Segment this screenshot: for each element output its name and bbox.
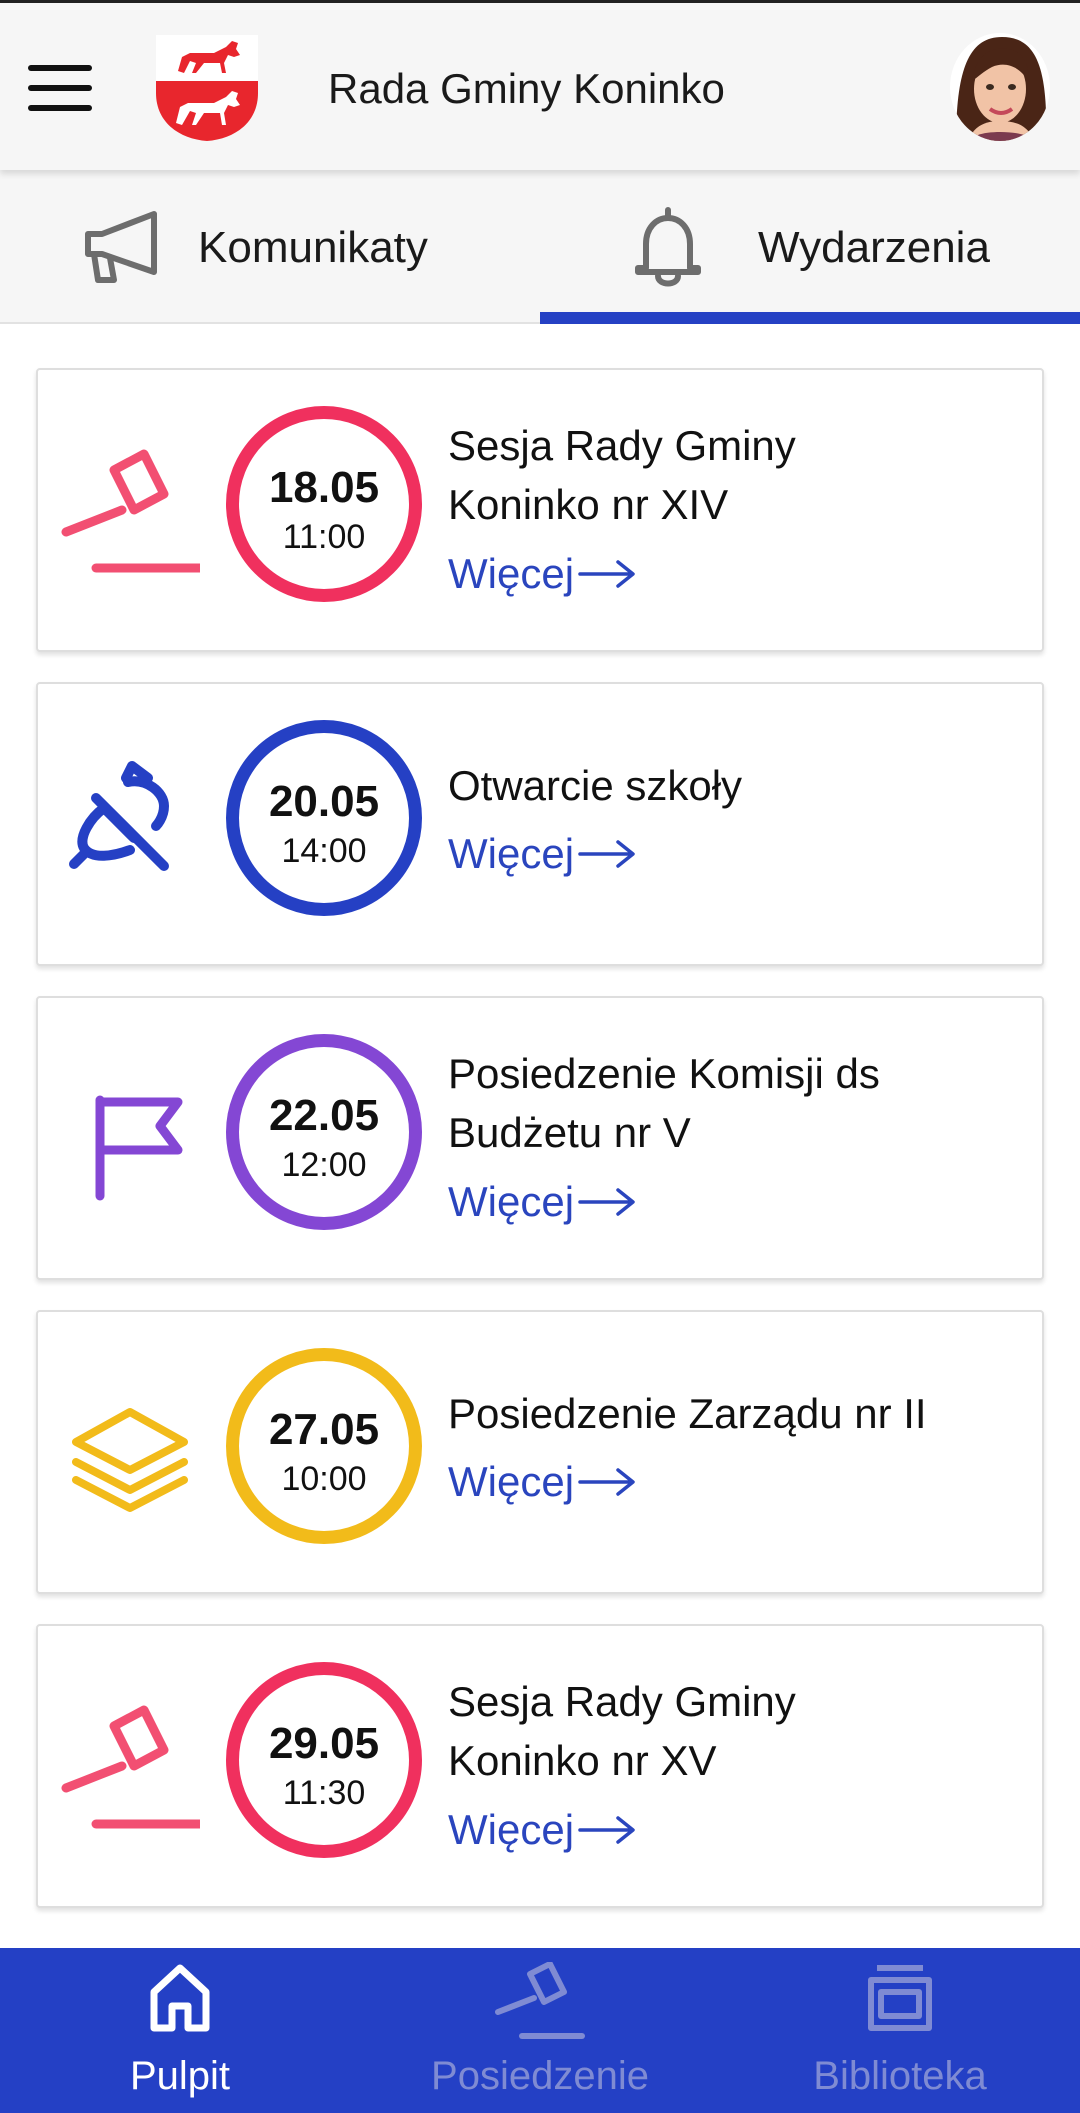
active-tab-indicator <box>540 312 1080 324</box>
nav-biblioteka[interactable]: Biblioteka <box>720 1948 1080 2113</box>
layers-icon <box>72 1408 188 1512</box>
nav-biblioteka-label: Biblioteka <box>813 2054 987 2098</box>
date-ring: 29.05 11:30 <box>226 1662 422 1858</box>
event-card[interactable]: 20.05 14:00 Otwarcie szkoły Więcej <box>36 682 1044 966</box>
event-title: Posiedzenie Komisji ds Budżetu nr V <box>448 1050 880 1156</box>
event-date: 20.05 <box>268 777 380 826</box>
tab-wydarzenia-label: Wydarzenia <box>758 223 990 272</box>
coat-of-arms-logo <box>156 35 258 141</box>
tab-komunikaty[interactable]: Komunikaty <box>0 170 540 324</box>
gavel-icon <box>61 1705 200 1829</box>
event-card[interactable]: 29.05 11:30 Sesja Rady Gminy Koninko nr … <box>36 1624 1044 1908</box>
event-time: 10:00 <box>281 1460 367 1498</box>
event-card[interactable]: 27.05 10:00 Posiedzenie Zarządu nr II Wi… <box>36 1310 1044 1594</box>
event-title: Sesja Rady Gminy Koninko nr XIV <box>448 422 796 528</box>
user-avatar[interactable] <box>948 31 1052 143</box>
megaphone-icon <box>85 211 157 283</box>
date-ring: 20.05 14:00 <box>226 720 422 916</box>
arrow-right-icon <box>578 1188 635 1216</box>
gavel-icon <box>495 1962 585 2039</box>
event-card[interactable]: 22.05 12:00 Posiedzenie Komisji ds Budże… <box>36 996 1044 1280</box>
event-time: 11:30 <box>282 1774 366 1812</box>
event-date: 18.05 <box>268 463 380 512</box>
gavel-icon <box>61 449 200 573</box>
nav-pulpit[interactable]: Pulpit <box>0 1948 360 2113</box>
more-link[interactable]: Więcej <box>448 548 636 600</box>
event-date: 29.05 <box>268 1719 380 1768</box>
event-card[interactable]: 18.05 11:00 Sesja Rady Gminy Koninko nr … <box>36 368 1044 652</box>
app-title: Rada Gminy Koninko <box>328 65 725 112</box>
home-icon <box>150 1964 210 2032</box>
archive-box-icon <box>868 1965 932 2031</box>
app-header: Rada Gminy Koninko <box>0 0 1080 170</box>
bell-off-icon <box>69 761 169 871</box>
arrow-right-icon <box>578 1816 635 1844</box>
more-link[interactable]: Więcej <box>448 1804 636 1856</box>
more-link[interactable]: Więcej <box>448 1456 636 1508</box>
nav-posiedzenie-label: Posiedzenie <box>431 2054 649 2098</box>
event-time: 11:00 <box>282 518 366 556</box>
hamburger-menu-icon[interactable] <box>28 65 94 111</box>
event-date: 27.05 <box>268 1405 380 1454</box>
date-ring: 27.05 10:00 <box>226 1348 422 1544</box>
event-title: Posiedzenie Zarządu nr II <box>448 1390 927 1437</box>
tab-bar: Komunikaty Wydarzenia <box>0 170 1080 324</box>
arrow-right-icon <box>578 840 635 868</box>
arrow-right-icon <box>578 560 635 588</box>
date-ring: 18.05 11:00 <box>226 406 422 602</box>
event-title: Otwarcie szkoły <box>448 762 743 809</box>
nav-pulpit-label: Pulpit <box>129 2054 231 2098</box>
event-date: 22.05 <box>268 1091 380 1140</box>
bottom-navigation: Pulpit Posiedzenie Biblioteka <box>0 1948 1080 2113</box>
more-link[interactable]: Więcej <box>448 1176 636 1228</box>
bell-icon <box>635 207 701 287</box>
event-title: Sesja Rady Gminy Koninko nr XV <box>448 1678 796 1784</box>
more-link[interactable]: Więcej <box>448 828 636 880</box>
tab-komunikaty-label: Komunikaty <box>198 223 428 272</box>
arrow-right-icon <box>578 1468 635 1496</box>
event-time: 14:00 <box>281 832 367 870</box>
date-ring: 22.05 12:00 <box>226 1034 422 1230</box>
flag-icon <box>95 1095 183 1201</box>
event-time: 12:00 <box>281 1146 367 1184</box>
nav-posiedzenie[interactable]: Posiedzenie <box>360 1948 720 2113</box>
tab-wydarzenia[interactable]: Wydarzenia <box>540 170 1080 324</box>
